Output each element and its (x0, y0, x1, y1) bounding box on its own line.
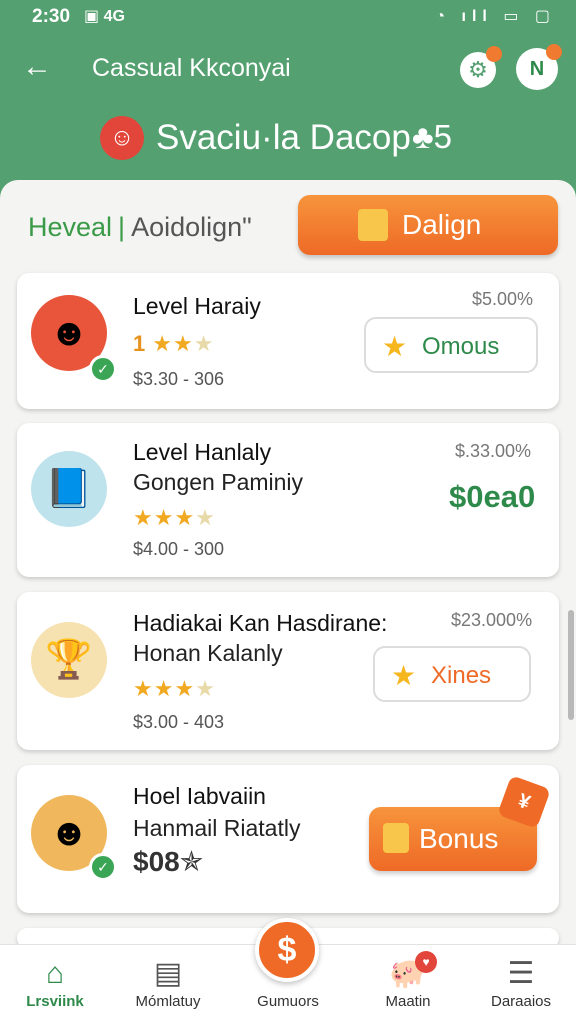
status-right-icons: ◔ ıll ▭ ▢ (435, 8, 556, 25)
trophy-cup-icon: 🏆 (31, 622, 107, 698)
scrollbar[interactable] (568, 610, 574, 720)
card-amount: $08✯ (133, 846, 204, 877)
hero-title: Svaciu·la Dacop (156, 118, 411, 157)
level-card[interactable]: ☻ ✓ Hoel Iabvaiin Hanmail Riatatly $08✯ … (17, 765, 559, 913)
nav-item-menu[interactable]: ☰ Daraaios (466, 955, 576, 1021)
profile-notification-dot (546, 44, 562, 60)
stars-empty: ★ (195, 676, 216, 701)
star-icon: ★ (382, 331, 408, 362)
filter-tab-active[interactable]: Heveal (28, 212, 112, 242)
card-price: $5.00% (472, 289, 534, 309)
card-price: $.33.00% (455, 441, 532, 461)
nav-label: Mómlatuy (135, 993, 201, 1010)
filter-tab-inactive[interactable]: Aoidolign" (131, 212, 252, 242)
card-action-label: Omous (422, 333, 500, 360)
nav-label: Lrsviink (26, 993, 84, 1010)
price-range: $4.00 - 300 (133, 539, 225, 559)
book-coin-icon: 📘 (31, 451, 107, 527)
star-icon: ★ (391, 660, 417, 691)
check-badge-icon: ✓ (89, 355, 117, 383)
stars-empty: ★ (193, 331, 215, 356)
price-range: $3.00 - 403 (133, 712, 225, 732)
card-title: Hadiakai Kan Hasdirane: (133, 610, 388, 636)
dollar-icon: $ (277, 931, 297, 969)
page-title: Cassual Kkconyai (92, 54, 291, 82)
stars-filled: ★★★ (133, 505, 196, 530)
profile-button[interactable]: N (516, 44, 562, 90)
card-subtitle: Hanmail Riatatly (133, 815, 301, 841)
stars-filled: ★★ (152, 331, 194, 356)
card-title: Level Haraiy (133, 293, 261, 319)
level-card[interactable]: ☻ ✓ Level Haraiy 1 ★★★ $3.30 - 306 $5.00%… (17, 273, 559, 409)
header: 2:30 ▣ 4G ◔ ıll ▭ ▢ ← Cassual Kkconyai ⚙… (0, 0, 576, 205)
nav-label: Gumuors (257, 993, 319, 1010)
rating-number: 1 (133, 331, 147, 356)
dollar-fab-button[interactable]: $ (255, 918, 319, 982)
nav-item-savings[interactable]: 🐖 ♥ Maatin (353, 951, 463, 1021)
nav-item-home[interactable]: ⌂ Lrsviink (0, 955, 110, 1021)
stars-filled: ★★★ (133, 676, 196, 701)
filter-separator: | (118, 212, 126, 242)
bonus-label: Bonus (419, 823, 499, 854)
primary-action-button[interactable]: Dalign (298, 195, 558, 255)
card-amount: $0ea0 (449, 479, 536, 514)
star-rating: 1 ★★★ (133, 331, 214, 357)
gear-icon: ⚙ (468, 57, 488, 82)
level-card[interactable]: 📘 Level Hanlaly Gongen Paminiy ★★★★ $4.0… (17, 423, 559, 577)
star-rating: ★★★★ (133, 676, 216, 702)
status-left-icons: ▣ 4G (84, 8, 125, 25)
notification-badge: ♥ (415, 951, 437, 973)
check-badge-icon: ✓ (89, 853, 117, 881)
profile-logo-icon: N (529, 58, 545, 80)
clipboard-icon (358, 209, 388, 241)
nav-label: Maatin (385, 993, 431, 1010)
top-bar: ← Cassual Kkconyai ⚙ N (0, 44, 576, 94)
primary-action-label: Dalign (402, 209, 482, 240)
card-subtitle: Gongen Paminiy (133, 469, 304, 495)
pig-icon: 🐖 (389, 957, 427, 990)
price-range: $3.30 - 306 (133, 369, 225, 389)
calendar-icon: ▤ (153, 957, 183, 990)
nav-item-calendar[interactable]: ▤ Mómlatuy (113, 955, 223, 1021)
card-action-button[interactable]: ★ Omous (364, 317, 538, 373)
settings-gear-button[interactable]: ⚙ (460, 46, 502, 88)
card-action-button[interactable]: ★ Xines (373, 646, 531, 702)
level-card[interactable]: 🏆 Hadiakai Kan Hasdirane: Honan Kalanly … (17, 592, 559, 750)
star-rating: ★★★★ (133, 505, 216, 531)
card-title: Level Hanlaly (133, 439, 272, 465)
status-bar: 2:30 ▣ 4G ◔ ıll ▭ ▢ (0, 0, 576, 34)
notification-dot (486, 46, 502, 62)
status-time: 2:30 (32, 6, 71, 27)
nav-label: Daraaios (490, 993, 552, 1010)
card-title: Hoel Iabvaiin (133, 783, 266, 809)
bonus-bag-icon (383, 823, 409, 853)
hero-badge: ♣5 (412, 118, 453, 155)
card-price: $23.000% (451, 610, 533, 630)
card-subtitle: Honan Kalanly (133, 640, 283, 666)
home-icon: ⌂ (45, 957, 65, 990)
mascot-icon: ☺ (100, 116, 144, 160)
back-arrow-icon[interactable]: ← (20, 50, 54, 84)
menu-icon: ☰ (507, 957, 535, 990)
card-action-label: Xines (431, 662, 492, 689)
filter-tabs: Heveal | Aoidolign" (28, 212, 252, 243)
stars-empty: ★ (195, 505, 216, 530)
